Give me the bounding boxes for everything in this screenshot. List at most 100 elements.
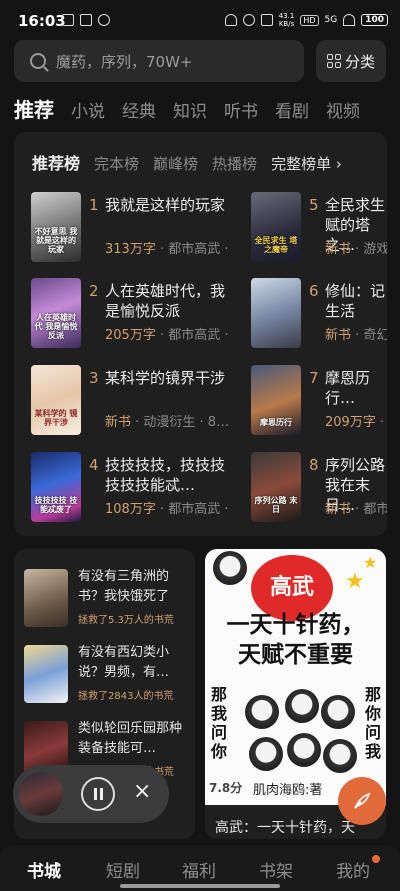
alarm-icon bbox=[242, 14, 255, 26]
book-meta: 108万字 · 都市高武 · bbox=[105, 502, 229, 517]
book-meta: 209万字 · bbox=[325, 415, 385, 430]
app-notification-icon bbox=[62, 14, 74, 26]
book-meta: 313万字 · 都市高武 · bbox=[105, 242, 229, 257]
ranking-book-4[interactable]: 技技技技 技能忒废了 4 技技技技，技技技技技技能忒… 108万字 · 都市高武… bbox=[31, 452, 251, 528]
tab-drama[interactable]: 看剧 bbox=[275, 97, 309, 122]
notification-icons bbox=[62, 14, 110, 26]
book-cover: 技技技技 技能忒废了 bbox=[31, 452, 81, 522]
nav-profile[interactable]: 我的 bbox=[336, 857, 370, 882]
rank-number: 3 bbox=[89, 369, 99, 387]
book-meta: 205万字 · 都市高武 · bbox=[105, 328, 229, 343]
request-stat: 拯救了2843人的书荒 bbox=[78, 691, 174, 702]
meme-face-icon bbox=[285, 689, 319, 723]
wifi-icon bbox=[343, 14, 356, 26]
book-title: 我就是这样的玩家 bbox=[105, 196, 226, 214]
ranking-book-8[interactable]: 序列公路 末日 8 序列公路我在末日… 新书 · 都市 bbox=[251, 452, 387, 528]
pen-icon bbox=[354, 792, 371, 809]
signal-label: 5G bbox=[324, 15, 338, 25]
nav-short-drama[interactable]: 短剧 bbox=[106, 857, 140, 882]
promo-side-left: 那我问你 bbox=[210, 685, 227, 761]
promo-author: 肌肉海鸥:著 bbox=[253, 783, 323, 798]
book-cover: 序列公路 末日 bbox=[251, 452, 301, 522]
star-icon: ★ bbox=[363, 553, 378, 572]
book-title: 技技技技，技技技技技技能忒… bbox=[105, 456, 226, 494]
tab-knowledge[interactable]: 知识 bbox=[173, 97, 207, 122]
battery-icon: 100 bbox=[361, 14, 388, 26]
meme-face-icon bbox=[321, 695, 355, 729]
tab-video[interactable]: 视频 bbox=[326, 97, 360, 122]
meme-face-icon bbox=[213, 551, 247, 585]
ranking-tab-completed[interactable]: 完本榜 bbox=[94, 153, 139, 174]
ranking-book-5[interactable]: 全民求生 塔之魔帝 5 全民求生赋的塔之… 新书 · 游戏 bbox=[251, 192, 387, 268]
ranking-card: 推荐榜 完本榜 巅峰榜 热播榜 完整榜单 › 不好意思 我就是这样的玩家 1 我… bbox=[14, 132, 387, 536]
ranking-tab-hot[interactable]: 热播榜 bbox=[212, 153, 257, 174]
book-request-item[interactable]: 有没有西幻类小说？男频，有… 拯救了2843人的书荒 bbox=[24, 643, 189, 705]
audio-mini-player: × bbox=[13, 765, 169, 823]
full-list-link[interactable]: 完整榜单 › bbox=[271, 153, 342, 174]
nav-bookstore[interactable]: 书城 bbox=[27, 857, 61, 882]
rank-number: 2 bbox=[89, 282, 99, 300]
rank-number: 7 bbox=[309, 369, 319, 387]
book-meta: 新书 · 动漫衍生 · 8… bbox=[105, 415, 230, 430]
tab-novel[interactable]: 小说 bbox=[71, 97, 105, 122]
ranking-book-1[interactable]: 不好意思 我就是这样的玩家 1 我就是这样的玩家 313万字 · 都市高武 · bbox=[31, 192, 251, 268]
request-title: 类似轮回乐园那种装备技能可… bbox=[78, 721, 183, 756]
hd-badge: HD bbox=[300, 14, 319, 26]
write-button[interactable] bbox=[338, 777, 386, 825]
ranking-book-2[interactable]: 人在英雄时代 我是愉悦反派 2 人在英雄时代，我是愉悦反派 205万字 · 都市… bbox=[31, 278, 251, 354]
promo-badge: 高武 bbox=[269, 575, 314, 600]
book-title: 修仙：记生活 bbox=[325, 282, 386, 320]
nav-bookshelf[interactable]: 书架 bbox=[259, 857, 293, 882]
book-cover: 全民求生 塔之魔帝 bbox=[251, 192, 301, 262]
nav-rewards[interactable]: 福利 bbox=[182, 857, 216, 882]
promo-number: 7.8分 bbox=[209, 781, 243, 795]
request-thumbnail bbox=[24, 645, 68, 703]
tab-recommend[interactable]: 推荐 bbox=[14, 94, 54, 123]
book-cover: 不好意思 我就是这样的玩家 bbox=[31, 192, 81, 262]
pause-button[interactable] bbox=[81, 777, 115, 811]
player-thumbnail[interactable] bbox=[19, 772, 63, 816]
bluetooth-icon bbox=[260, 14, 273, 26]
home-indicator[interactable] bbox=[120, 884, 280, 888]
headphones-icon bbox=[224, 14, 237, 26]
search-icon bbox=[30, 53, 46, 69]
app-notification-icon bbox=[80, 14, 92, 26]
promo-title-line1: 一天十针药， bbox=[226, 612, 365, 638]
request-title: 有没有三角洲的书？我快饿死了 bbox=[78, 569, 170, 604]
ranking-tab-peak[interactable]: 巅峰榜 bbox=[153, 153, 198, 174]
category-button[interactable]: 分类 bbox=[316, 40, 386, 82]
request-thumbnail bbox=[24, 569, 68, 627]
meme-face-icon bbox=[323, 739, 357, 773]
rank-number: 1 bbox=[89, 196, 99, 214]
request-stat: 拯救了5.3万人的书荒 bbox=[78, 615, 174, 626]
search-bar[interactable]: 魔药，序列，70W+ bbox=[14, 40, 304, 82]
promo-side-right: 那你问我 bbox=[364, 685, 381, 761]
ranking-book-3[interactable]: 某科学的 镜界干涉 3 某科学的镜界干涉 新书 · 动漫衍生 · 8… bbox=[31, 365, 251, 441]
book-cover bbox=[251, 278, 301, 348]
tab-audiobook[interactable]: 听书 bbox=[224, 97, 258, 122]
tab-classic[interactable]: 经典 bbox=[122, 97, 156, 122]
request-title: 有没有西幻类小说？男频，有… bbox=[78, 645, 170, 680]
book-title: 人在英雄时代，我是愉悦反派 bbox=[105, 282, 226, 320]
meme-face-icon bbox=[249, 737, 283, 771]
close-icon[interactable]: × bbox=[133, 779, 151, 804]
ranking-tab-recommend[interactable]: 推荐榜 bbox=[32, 150, 80, 174]
search-placeholder: 魔药，序列，70W+ bbox=[56, 52, 193, 71]
network-speed: 43.1 KB/s bbox=[278, 12, 295, 28]
promo-caption: 高武：一天十针药，天 bbox=[215, 820, 355, 836]
top-tabs: 推荐 小说 经典 知识 听书 看剧 视频 bbox=[14, 94, 360, 123]
ranking-tabs: 推荐榜 完本榜 巅峰榜 热播榜 完整榜单 › bbox=[32, 150, 342, 174]
book-meta: 新书 · 奇幻 bbox=[325, 328, 387, 343]
system-icons: 43.1 KB/s HD 5G 100 bbox=[224, 12, 388, 28]
ranking-book-6[interactable]: 6 修仙：记生活 新书 · 奇幻 bbox=[251, 278, 387, 354]
rank-number: 4 bbox=[89, 456, 99, 474]
star-icon: ★ bbox=[345, 569, 365, 594]
book-cover: 人在英雄时代 我是愉悦反派 bbox=[31, 278, 81, 348]
notification-dot bbox=[372, 855, 380, 863]
book-request-item[interactable]: 有没有三角洲的书？我快饿死了 拯救了5.3万人的书荒 bbox=[24, 567, 189, 629]
meme-face-icon bbox=[245, 695, 279, 729]
ranking-book-7[interactable]: 摩恩历行 7 摩恩历行… 209万字 · bbox=[251, 365, 387, 441]
status-time: 16:03 bbox=[18, 12, 66, 30]
category-label: 分类 bbox=[344, 52, 375, 71]
book-meta: 新书 · 游戏 bbox=[325, 242, 387, 257]
